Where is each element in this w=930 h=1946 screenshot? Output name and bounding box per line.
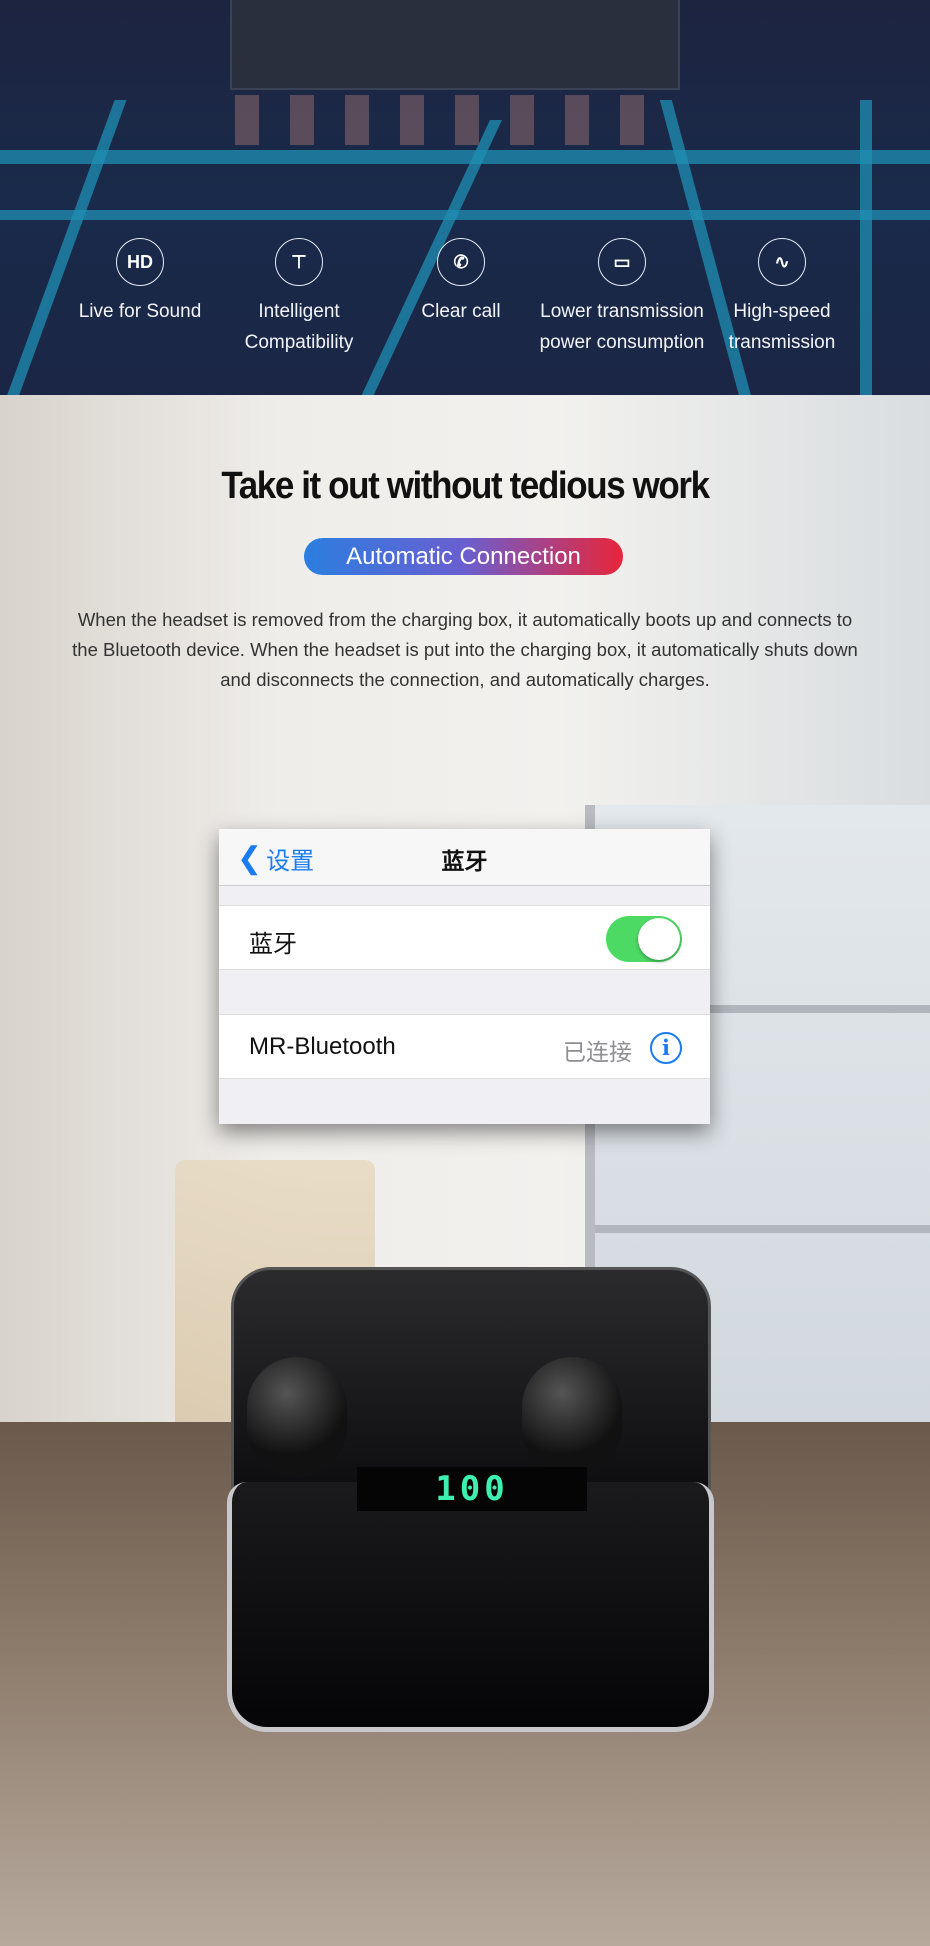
feature-intelligent-compatibility: ⊤ Intelligent Compatibility: [214, 238, 384, 358]
bluetooth-toggle[interactable]: [606, 916, 682, 962]
right-earbud: [522, 1357, 622, 1477]
phone-icon: ✆: [437, 238, 485, 286]
charging-case-image: 100: [227, 1267, 714, 1732]
feature-live-for-sound: HD Live for Sound: [55, 238, 225, 327]
toggle-knob: [638, 918, 680, 960]
feature-label: High-speed transmission: [728, 301, 836, 353]
chip-graphic: [230, 0, 680, 90]
description-text: When the headset is removed from the cha…: [72, 609, 858, 690]
info-icon[interactable]: i: [650, 1032, 682, 1064]
feature-low-power: ▭ Lower transmission power consumption: [532, 238, 712, 358]
network-icon: ⊤: [275, 238, 323, 286]
feature-label: Live for Sound: [78, 301, 202, 322]
automatic-connection-badge: Automatic Connection: [304, 538, 623, 575]
battery-icon: ▭: [598, 238, 646, 286]
feature-label: Clear call: [421, 301, 501, 322]
hd-icon: HD: [116, 238, 164, 286]
battery-display: 100: [357, 1467, 587, 1511]
feature-label: Intelligent Compatibility: [244, 301, 354, 353]
device-status: 已连接: [563, 1039, 632, 1065]
left-earbud: [247, 1357, 347, 1477]
feature-high-speed: ∿ High-speed transmission: [712, 238, 852, 358]
device-name: MR-Bluetooth: [249, 1033, 396, 1060]
bluetooth-settings-panel: ❮ 设置 蓝牙 蓝牙 MR-Bluetooth 已连接 i: [219, 829, 710, 1124]
pulse-icon: ∿: [758, 238, 806, 286]
page-heading: Take it out without tedious work: [221, 465, 710, 507]
feature-clear-call: ✆ Clear call: [376, 238, 546, 327]
case-base: [227, 1482, 714, 1732]
feature-banner: HD Live for Sound ⊤ Intelligent Compatibil…: [0, 0, 930, 395]
bluetooth-toggle-row: 蓝牙: [219, 905, 710, 970]
bluetooth-label: 蓝牙: [249, 931, 297, 958]
nav-title: 蓝牙: [441, 848, 488, 874]
device-row[interactable]: MR-Bluetooth 已连接 i: [219, 1014, 710, 1079]
feature-label: Lower transmission power consumption: [539, 301, 705, 353]
nav-bar: ❮ 设置 蓝牙: [219, 829, 710, 886]
